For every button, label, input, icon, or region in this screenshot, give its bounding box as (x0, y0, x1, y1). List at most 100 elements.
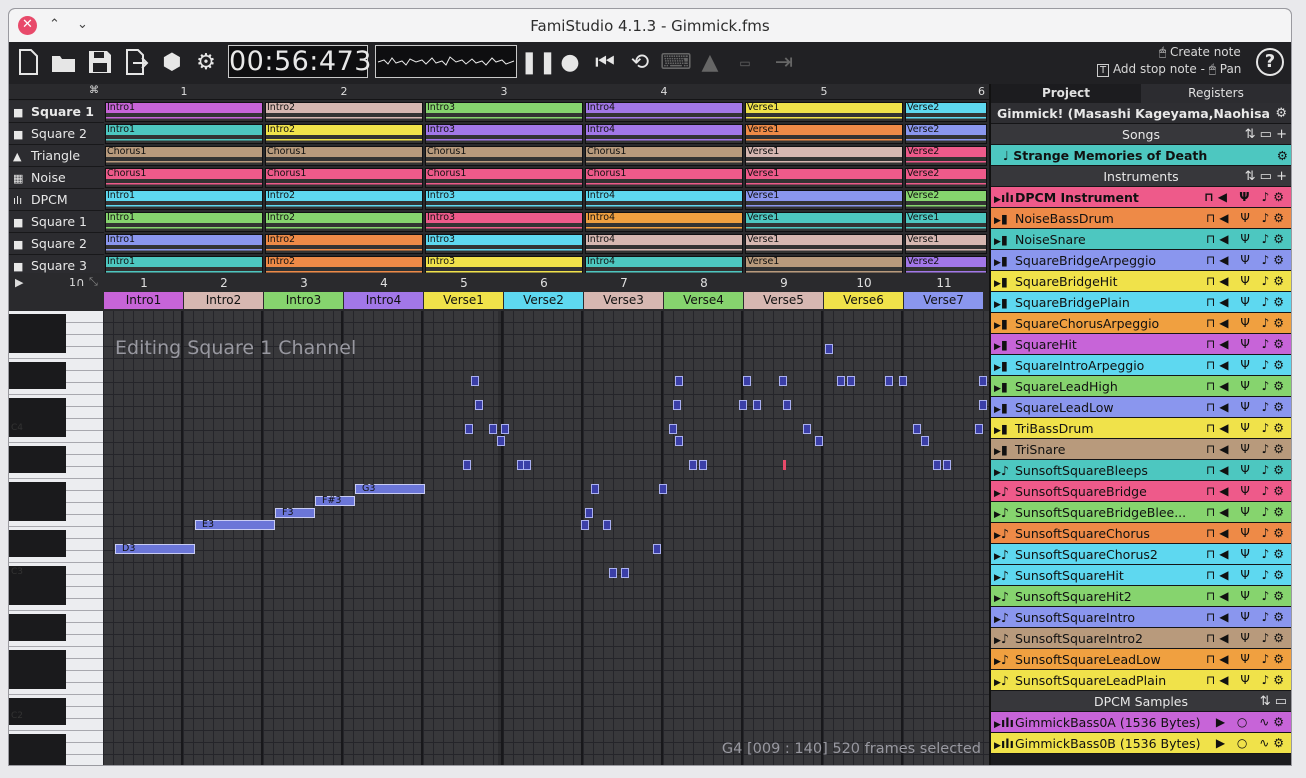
note[interactable]: E3 (195, 520, 275, 530)
pattern-block[interactable]: Verse1 (745, 168, 903, 188)
row-controls[interactable]: ⊓◀ Ψ ♪⚙ (1206, 397, 1288, 417)
help-icon[interactable]: ? (1256, 48, 1284, 76)
panel-row[interactable]: ▶ılıDPCM Instrument ⊓◀ Ψ ♪⚙ (991, 187, 1291, 208)
selected-note[interactable] (465, 424, 473, 434)
expand-arrow-icon[interactable]: ▶ (991, 505, 1001, 522)
expand-arrow-icon[interactable]: ▶ (991, 211, 1001, 228)
black-key[interactable] (9, 590, 66, 605)
row-controls[interactable]: ⊓◀ Ψ ♪⚙ (1206, 481, 1288, 501)
selected-note[interactable] (463, 460, 471, 470)
selected-note[interactable] (743, 376, 751, 386)
pattern-block[interactable]: Intro2 (265, 102, 423, 122)
pattern-block[interactable]: Chorus1 (425, 146, 583, 166)
pattern-block[interactable]: Chorus1 (105, 168, 263, 188)
selected-note[interactable] (653, 544, 661, 554)
panel-row[interactable]: ▶♪ SunsoftSquareIntro ⊓◀ Ψ ♪⚙ (991, 607, 1291, 628)
selected-note[interactable] (471, 376, 479, 386)
expand-arrow-icon[interactable]: ▶ (991, 631, 1001, 648)
panel-row[interactable]: ▶▮ NoiseSnare ⊓◀ Ψ ♪⚙ (991, 229, 1291, 250)
selected-note[interactable] (585, 508, 593, 518)
row-controls[interactable]: ⊓◀ Ψ ♪⚙ (1206, 607, 1288, 627)
pattern-block[interactable]: Intro2 (265, 234, 423, 254)
follow-mode-icon[interactable]: ⇥ (769, 48, 799, 78)
black-key[interactable] (9, 506, 66, 521)
black-key[interactable] (9, 674, 66, 689)
pattern-block[interactable]: Intro4 (585, 102, 743, 122)
selected-note[interactable] (779, 376, 787, 386)
panel-row[interactable]: ▶♪ SunsoftSquareBridge ⊓◀ Ψ ♪⚙ (991, 481, 1291, 502)
pianoroll-grid[interactable]: Editing Square 1 Channel D3 E3 F3 F#3 G3 G4 … (103, 311, 989, 765)
tab-project[interactable]: Project (991, 84, 1141, 103)
pattern-segment[interactable]: Verse2 (504, 292, 583, 309)
row-controls[interactable]: ▶ ○ ∿⚙ (1216, 712, 1288, 732)
pattern-block[interactable]: Verse2 (905, 124, 987, 144)
selected-note[interactable] (475, 400, 483, 410)
expand-arrow-icon[interactable]: ▶ (991, 610, 1001, 627)
panel-row[interactable]: ▶▮ SquareIntroArpeggio ⊓◀ Ψ ♪⚙ (991, 355, 1291, 376)
selected-note[interactable] (489, 424, 497, 434)
expand-arrow-icon[interactable]: ▶ (991, 253, 1001, 270)
selected-note[interactable] (523, 460, 531, 470)
rewind-icon[interactable]: ⏮ (590, 48, 620, 78)
song-settings-gear-icon[interactable]: ⚙ (1277, 145, 1288, 165)
row-controls[interactable]: ⊓◀ Ψ ♪⚙ (1206, 271, 1288, 291)
panel-row[interactable]: ▶ılıGimmickBass0B (1536 Bytes) ▶ ○ ∿⚙ (991, 733, 1291, 754)
selected-note[interactable] (739, 400, 747, 410)
pattern-segment[interactable]: Verse7 (904, 292, 983, 309)
pattern-block[interactable]: Intro3 (425, 234, 583, 254)
selected-note[interactable] (497, 436, 505, 446)
pattern-segment[interactable]: Verse4 (664, 292, 743, 309)
selected-note[interactable] (753, 400, 761, 410)
panel-row[interactable]: ▶♪ SunsoftSquareHit ⊓◀ Ψ ♪⚙ (991, 565, 1291, 586)
selected-note[interactable] (669, 424, 677, 434)
pattern-block[interactable]: Verse1 (745, 146, 903, 166)
pattern-block[interactable]: Verse2 (905, 102, 987, 122)
pattern-block[interactable]: Intro4 (585, 190, 743, 210)
note[interactable]: F3 (275, 508, 315, 518)
selected-note[interactable] (913, 424, 921, 434)
pattern-block[interactable]: Verse1 (745, 234, 903, 254)
expand-arrow-icon[interactable]: ▶ (991, 337, 1001, 354)
selected-note[interactable] (501, 424, 509, 434)
pattern-block[interactable]: Intro1 (105, 102, 263, 122)
panel-row[interactable]: ▶▮ SquareBridgePlain ⊓◀ Ψ ♪⚙ (991, 292, 1291, 313)
row-controls[interactable]: ⊓◀ Ψ ♪⚙ (1206, 670, 1288, 690)
black-key[interactable] (9, 758, 66, 765)
expand-arrow-icon[interactable]: ▶ (991, 190, 1001, 207)
panel-row[interactable]: ▶▮ TriSnare ⊓◀ Ψ ♪⚙ (991, 439, 1291, 460)
record-icon[interactable]: ● (555, 48, 585, 78)
expand-arrow-icon[interactable]: ▶ (991, 547, 1001, 564)
expand-arrow-icon[interactable]: ▶ (991, 274, 1001, 291)
panel-row[interactable]: ▶▮ SquareBridgeHit ⊓◀ Ψ ♪⚙ (991, 271, 1291, 292)
machine-icon[interactable]: ▭ (730, 48, 760, 78)
row-controls[interactable]: ⊓◀ Ψ ♪⚙ (1206, 313, 1288, 333)
expand-arrow-icon[interactable]: ▶ (991, 463, 1001, 480)
selected-note[interactable] (803, 424, 811, 434)
row-controls[interactable]: ⊓◀ Ψ ♪⚙ (1206, 355, 1288, 375)
selected-note[interactable] (783, 400, 791, 410)
pattern-block[interactable]: Verse1 (745, 190, 903, 210)
note[interactable]: F#3 (315, 496, 355, 506)
pattern-block[interactable]: Intro4 (585, 234, 743, 254)
row-controls[interactable]: ⊓◀ Ψ ♪⚙ (1206, 250, 1288, 270)
expand-arrow-icon[interactable]: ▶ (991, 232, 1001, 249)
panel-row[interactable]: ▶ılıGimmickBass0A (1536 Bytes) ▶ ○ ∿⚙ (991, 712, 1291, 733)
panel-row[interactable]: ▶♪ SunsoftSquareChorus2 ⊓◀ Ψ ♪⚙ (991, 544, 1291, 565)
pattern-block[interactable]: Verse2 (905, 168, 987, 188)
row-controls[interactable]: ⊓◀ Ψ ♪⚙ (1206, 628, 1288, 648)
pattern-block[interactable]: Intro1 (105, 124, 263, 144)
pattern-block[interactable]: Intro2 (265, 190, 423, 210)
row-controls[interactable]: ⊓◀ Ψ ♪⚙ (1206, 292, 1288, 312)
channel-row[interactable]: ■ Square 2 (9, 123, 104, 145)
pattern-block[interactable]: Chorus1 (585, 168, 743, 188)
row-controls[interactable]: ⊓◀ Ψ ♪⚙ (1206, 334, 1288, 354)
black-key[interactable] (9, 626, 66, 641)
selected-note[interactable] (689, 460, 697, 470)
panel-row[interactable]: ▶▮ NoiseBassDrum ⊓◀ Ψ ♪⚙ (991, 208, 1291, 229)
black-key[interactable] (9, 458, 66, 473)
row-controls[interactable]: ⊓◀ Ψ ♪⚙ (1206, 418, 1288, 438)
pattern-block[interactable]: Intro3 (425, 102, 583, 122)
expand-arrow-icon[interactable]: ▶ (991, 379, 1001, 396)
panel-row[interactable]: ▶♪ SunsoftSquareLeadLow ⊓◀ Ψ ♪⚙ (991, 649, 1291, 670)
expand-arrow-icon[interactable]: ▶ (991, 736, 1001, 753)
